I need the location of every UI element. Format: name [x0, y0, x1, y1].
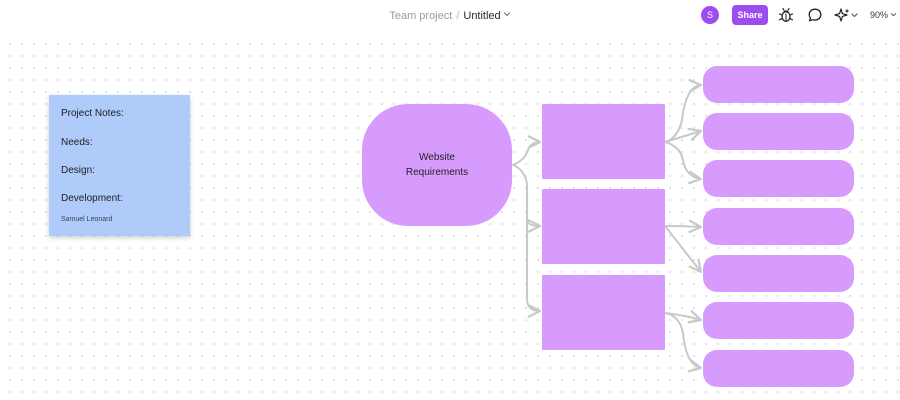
leaf-node-5[interactable]: [703, 255, 854, 292]
chevron-down-icon: [890, 13, 897, 17]
leaf-node-2[interactable]: [703, 113, 854, 150]
chevron-down-icon[interactable]: [503, 8, 511, 17]
branch-node-2[interactable]: [542, 189, 665, 264]
leaf-node-4[interactable]: [703, 208, 854, 245]
sparkle-icon[interactable]: [833, 6, 859, 24]
branch-node-1[interactable]: [542, 104, 665, 179]
avatar[interactable]: S: [701, 6, 719, 24]
central-node-line-2: Requirements: [405, 167, 469, 178]
leaf-node-3[interactable]: [703, 160, 854, 197]
central-node-label: Website Requirements: [392, 150, 482, 180]
zoom-level: 90%: [870, 10, 889, 20]
share-button[interactable]: Share: [732, 5, 768, 25]
breadcrumb-project[interactable]: Team project: [389, 10, 452, 22]
bug-icon[interactable]: [777, 6, 795, 24]
leaf-node-6[interactable]: [703, 302, 854, 339]
branch-node-3[interactable]: [542, 275, 665, 350]
breadcrumb-separator: /: [456, 10, 460, 22]
sticky-line-needs: Needs:: [61, 137, 93, 148]
sticky-author: Samuel Leonard: [61, 216, 113, 223]
central-node[interactable]: Website Requirements: [362, 104, 512, 226]
central-node-line-1: Website: [419, 152, 455, 163]
top-bar: Team project / Untitled S Share 90%: [0, 0, 900, 34]
zoom-control[interactable]: 90%: [870, 9, 897, 21]
sticky-line-development: Development:: [61, 193, 123, 204]
leaf-node-7[interactable]: [703, 350, 854, 387]
file-name[interactable]: Untitled: [463, 10, 500, 22]
sticky-line-project-notes: Project Notes:: [61, 108, 124, 119]
whiteboard-app: Team project / Untitled S Share 90% Proj…: [0, 0, 900, 400]
comment-icon[interactable]: [806, 6, 824, 24]
sticky-line-design: Design:: [61, 165, 95, 176]
sticky-note[interactable]: Project Notes: Needs: Design: Developmen…: [49, 95, 190, 236]
leaf-node-1[interactable]: [703, 66, 854, 103]
